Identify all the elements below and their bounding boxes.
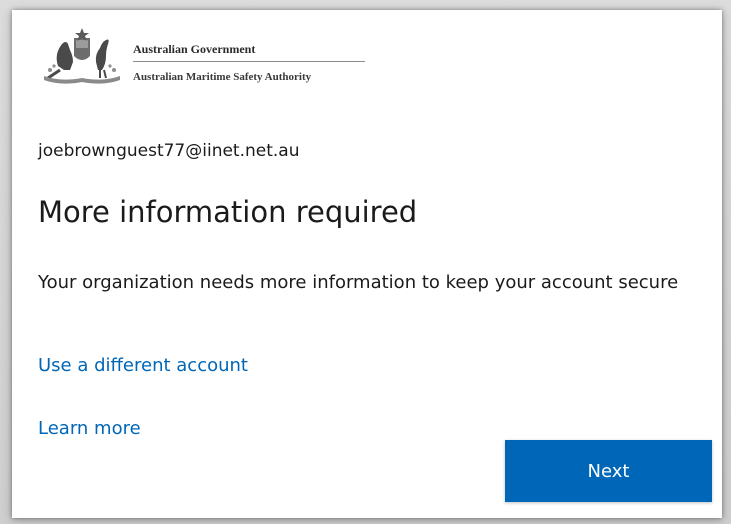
screenshot-frame: Australian Government Australian Maritim… (0, 0, 731, 524)
logo-government-text: Australian Government (133, 42, 256, 56)
sign-in-card: Australian Government Australian Maritim… (12, 10, 722, 518)
learn-more-link[interactable]: Learn more (38, 418, 141, 439)
account-email: joebrownguest77@iinet.net.au (38, 141, 300, 161)
organization-logo: Australian Government Australian Maritim… (40, 26, 370, 92)
use-different-account-link[interactable]: Use a different account (38, 355, 248, 376)
page-title: More information required (38, 195, 418, 229)
coat-of-arms-icon (44, 28, 120, 84)
logo-divider (133, 61, 365, 62)
next-button[interactable]: Next (505, 440, 712, 502)
page-description: Your organization needs more information… (38, 272, 679, 293)
logo-agency-text: Australian Maritime Safety Authority (133, 71, 312, 83)
